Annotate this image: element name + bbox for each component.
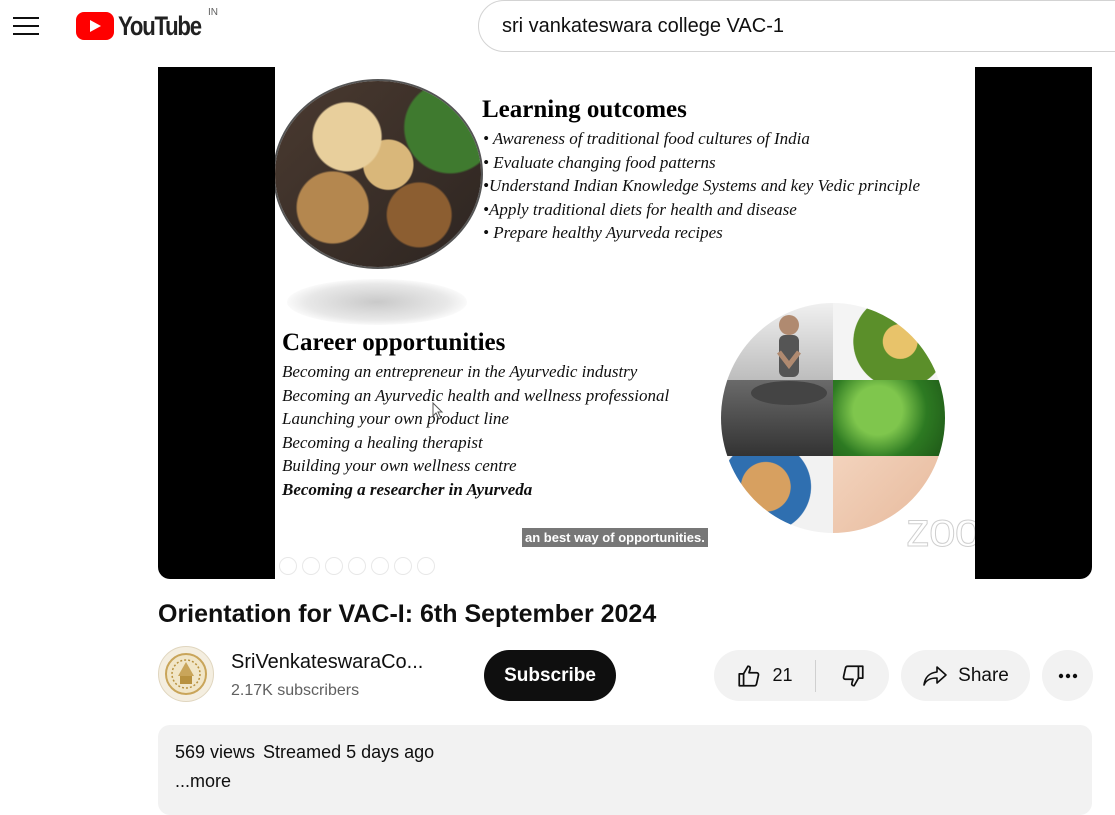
subscribe-button[interactable]: Subscribe (484, 650, 616, 701)
zoom-toolbar-ghost (279, 557, 435, 575)
ginger-spices-image (275, 81, 481, 267)
youtube-play-icon (76, 12, 114, 40)
list-item: • Awareness of traditional food cultures… (483, 129, 810, 148)
stream-date: Streamed 5 days ago (263, 742, 435, 762)
share-icon (923, 665, 947, 686)
list-item: •Apply traditional diets for health and … (483, 199, 797, 219)
description-box[interactable]: 569 views Streamed 5 days ago ...more (158, 725, 1092, 815)
logo-wordmark: YouTube (118, 10, 202, 41)
list-item: Becoming a researcher in Ayurveda (282, 479, 533, 499)
share-label: Share (958, 664, 1009, 686)
video-player[interactable]: Learning outcomes • Awareness of traditi… (158, 67, 1092, 579)
list-item: • Prepare healthy Ayurveda recipes (483, 223, 723, 242)
decorative-shadow (287, 279, 467, 325)
list-item: Becoming a healing therapist (282, 432, 483, 452)
view-count: 569 views (175, 742, 256, 762)
video-frame-slide: Learning outcomes • Awareness of traditi… (275, 67, 975, 579)
youtube-logo[interactable]: YouTube IN (76, 7, 219, 42)
channel-avatar[interactable] (158, 646, 214, 702)
like-icon (738, 664, 760, 687)
learning-outcomes-heading: Learning outcomes (482, 96, 687, 123)
like-button[interactable]: 21 (714, 650, 815, 701)
search-query: sri vankateswara college VAC-1 (502, 14, 784, 37)
list-item: Becoming an entrepreneur in the Ayurvedi… (282, 362, 638, 381)
share-button[interactable]: Share (901, 650, 1030, 701)
learning-outcomes-list: • Awareness of traditional food cultures… (483, 127, 920, 245)
description-meta: 569 views Streamed 5 days ago (175, 742, 434, 763)
more-icon (1058, 673, 1077, 678)
list-item: •Understand Indian Knowledge Systems and… (483, 176, 921, 195)
more-actions-button[interactable] (1042, 650, 1093, 701)
mouse-cursor-icon (432, 402, 444, 420)
list-item: • Evaluate changing food patterns (483, 152, 716, 172)
list-item: Becoming an Ayurvedic health and wellnes… (282, 385, 670, 405)
search-input[interactable]: sri vankateswara college VAC-1 (478, 0, 1115, 52)
subscriber-count: 2.17K subscribers (231, 682, 360, 699)
subtitle-caption: an best way of opportunities. (522, 528, 708, 547)
career-opportunities-heading: Career opportunities (282, 329, 506, 356)
dislike-icon (842, 664, 864, 687)
list-item: Launching your own product line (282, 409, 509, 428)
country-code: IN (208, 7, 218, 18)
like-count: 21 (772, 665, 793, 685)
channel-name[interactable]: SriVenkateswaraCo... (231, 651, 423, 674)
like-dislike-group: 21 (714, 650, 889, 701)
meditation-figure-image (751, 315, 827, 405)
menu-button[interactable] (8, 8, 44, 44)
menu-icon (13, 17, 39, 35)
list-item: Building your own wellness centre (282, 456, 517, 475)
dislike-button[interactable] (816, 650, 889, 701)
show-more-link[interactable]: ...more (175, 771, 231, 792)
career-opportunities-list: Becoming an entrepreneur in the Ayurvedi… (282, 360, 669, 501)
zoom-watermark: zoom (905, 504, 975, 558)
video-title: Orientation for VAC-I: 6th September 202… (158, 600, 657, 628)
college-emblem-icon (165, 653, 207, 695)
